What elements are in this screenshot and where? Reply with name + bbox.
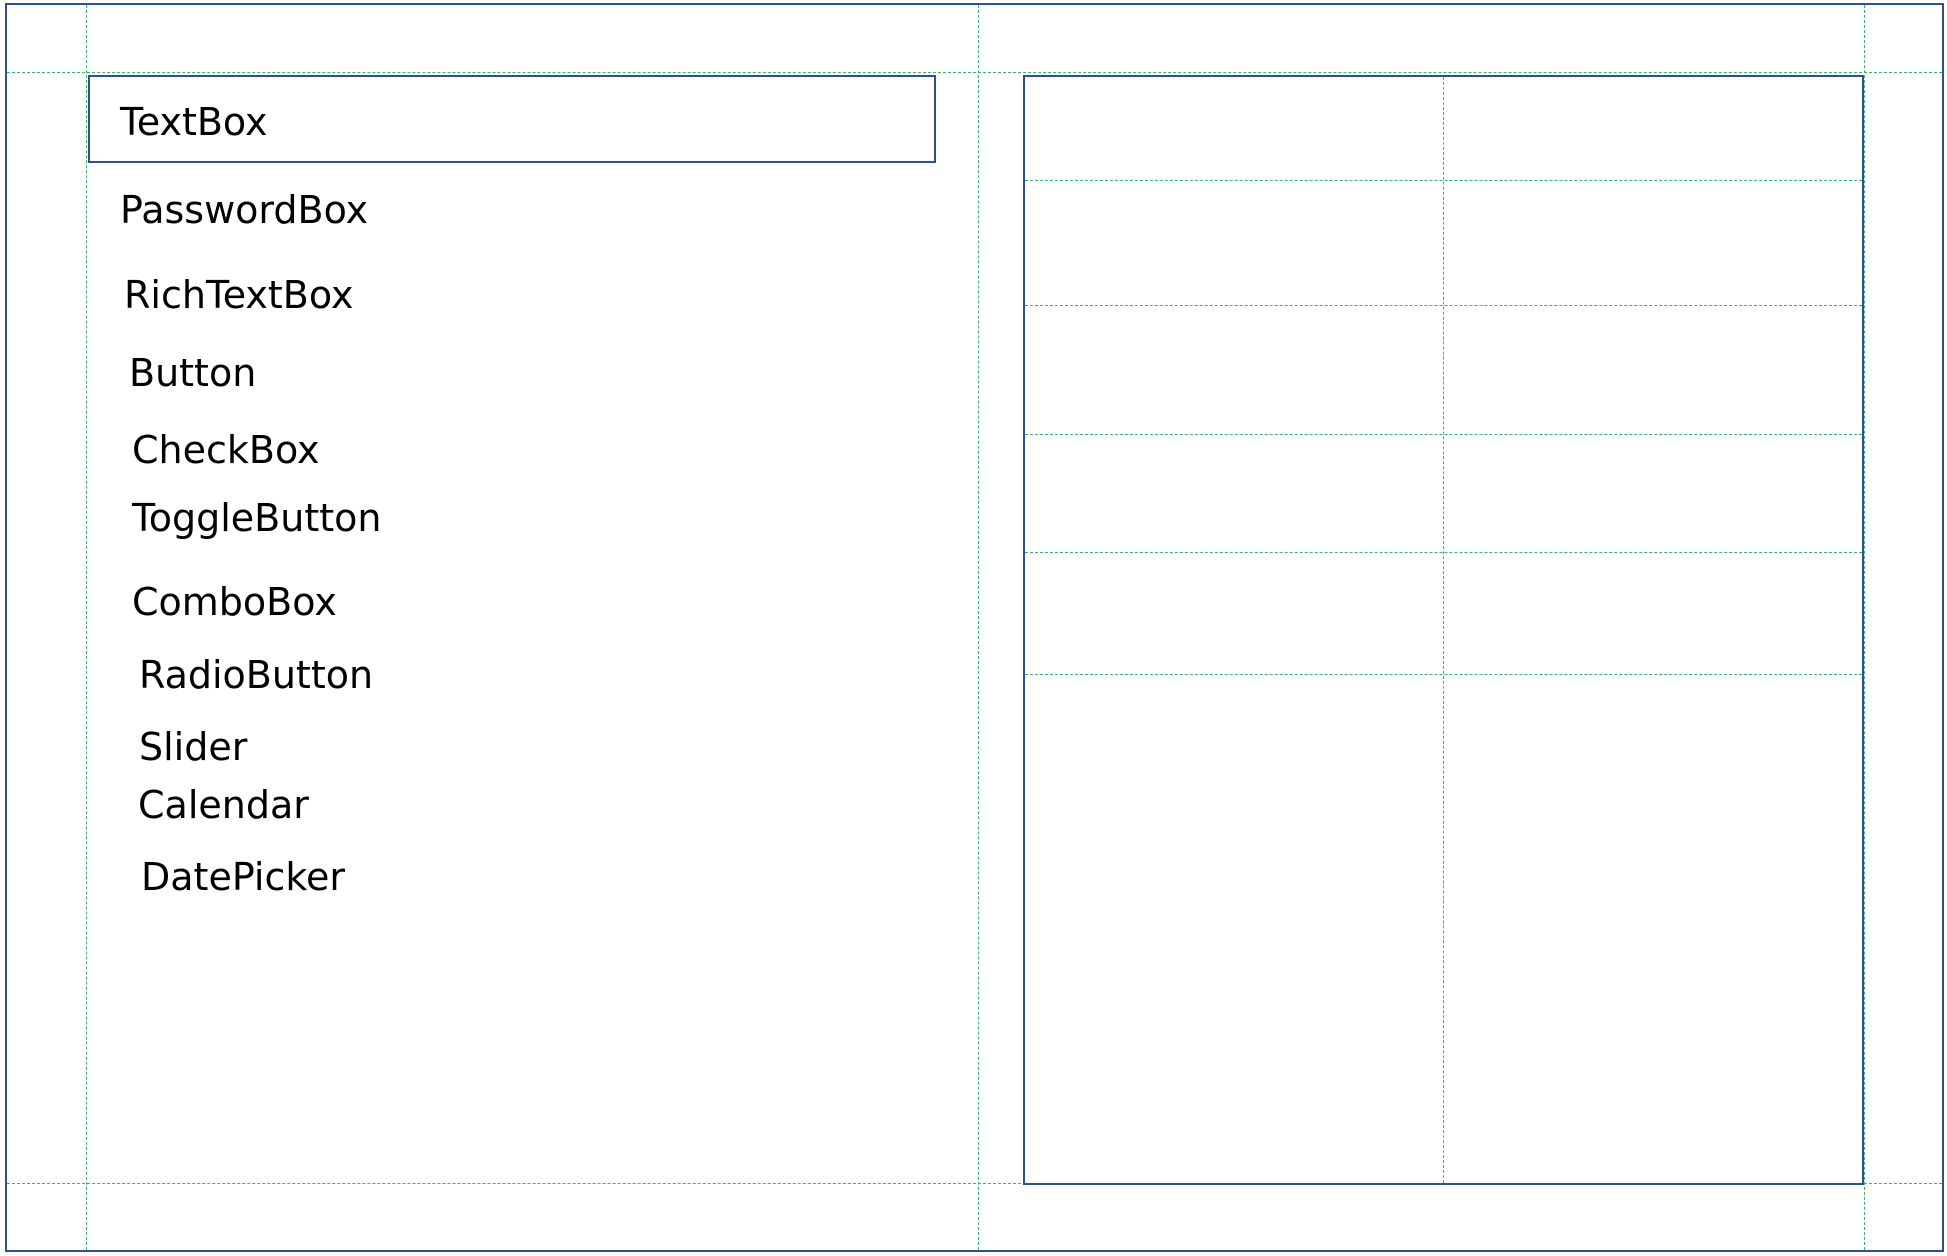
grid-row-divider-3 [1025, 434, 1862, 435]
grid-column-divider [1443, 77, 1444, 1183]
datepicker-label: DatePicker [141, 855, 346, 899]
checkbox-label: CheckBox [132, 428, 320, 472]
textbox-label: TextBox [120, 100, 268, 144]
grid-row-divider-2 [1025, 305, 1862, 306]
grid-row-divider-1 [1025, 180, 1862, 181]
guide-top [7, 72, 1942, 73]
togglebutton-label: ToggleButton [132, 496, 382, 540]
guide-right [1864, 5, 1865, 1250]
calendar-label: Calendar [138, 783, 309, 827]
combobox-label: ComboBox [132, 580, 337, 624]
passwordbox-label: PasswordBox [120, 188, 369, 232]
slider-label: Slider [139, 725, 248, 769]
button-label: Button [129, 351, 257, 395]
grid-row-divider-4 [1025, 552, 1862, 553]
richtextbox-label: RichTextBox [124, 273, 354, 317]
radiobutton-label: RadioButton [139, 653, 374, 697]
guide-center [978, 5, 979, 1250]
grid-row-divider-5 [1025, 674, 1862, 675]
guide-left [86, 5, 87, 1250]
